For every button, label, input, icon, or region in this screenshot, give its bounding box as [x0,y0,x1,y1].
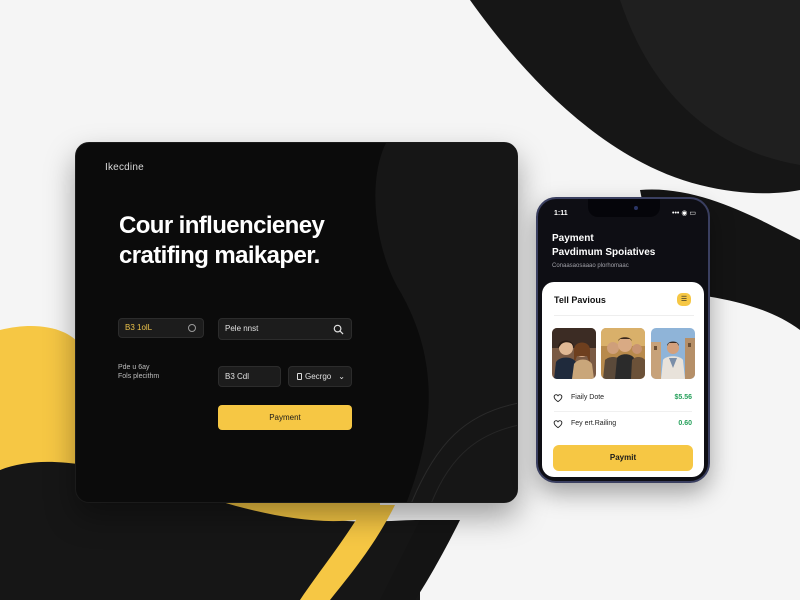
photo-group[interactable] [601,328,645,379]
amount-field-value: B3 1olL [125,323,153,332]
clock-icon [188,324,196,332]
country-select-value: Gecrgo [305,372,332,381]
phone-subtitle: Conaasaosaaao plorhomaac [552,263,629,269]
headline-line-2: cratifing maikaper. [119,242,320,269]
status-time: 1:11 [554,210,568,217]
phone-title: Payment Pavdimum Spoiatives [552,232,702,260]
brand-name: Ikecdine [105,162,144,173]
phone-payment-button[interactable]: Paymit [553,445,693,471]
flag-icon [297,373,302,380]
divider [554,411,692,412]
menu-icon[interactable]: ☰ [677,293,691,306]
list-item-value: 0.60 [678,420,692,427]
photo-man-city[interactable] [651,328,695,379]
list-item-label: Fey ert.Railing [571,420,617,427]
search-input-value: Pele nnst [225,324,259,333]
status-icons: ••• ◉ ▭ [672,210,696,217]
date-field[interactable]: B3 Cdl [218,366,281,387]
list-item-value: $5.56 [674,394,692,401]
phone-notch [588,199,660,217]
heart-icon[interactable] [553,393,563,403]
influencer-card: Tell Pavious ☰ Fiaily Dote $5.56 Fey ert… [542,282,704,477]
phone-title-line-2: Pavdimum Spoiatives [552,247,656,258]
tablet-frame: Ikecdine Cour influencieney cratifing ma… [75,142,518,503]
search-input[interactable]: Pele nnst [218,318,352,340]
list-item[interactable]: Fey ert.Railing 0.60 [553,418,692,432]
phone-frame: 1:11 ••• ◉ ▭ Payment Pavdimum Spoiatives… [536,197,710,483]
list-item-label: Fiaily Dote [571,394,605,401]
divider [554,315,694,316]
search-icon[interactable] [333,324,344,335]
phone-title-line-1: Payment [552,233,594,244]
date-field-value: B3 Cdl [225,372,250,381]
label-line-1: Pde u 6ay [118,364,150,371]
list-item[interactable]: Fiaily Dote $5.56 [553,392,692,406]
chevron-down-icon: ⌄ [338,372,345,381]
hero-headline: Cour influencieney cratifing maikaper. [119,211,399,271]
headline-line-1: Cour influencieney [119,212,325,239]
payment-method-label: Pde u 6ay Fols plecithm [118,363,159,381]
payment-button[interactable]: Payment [218,405,352,430]
heart-icon[interactable] [553,419,563,429]
amount-field[interactable]: B3 1olL [118,318,204,338]
card-title: Tell Pavious [554,295,606,305]
photo-couple[interactable] [552,328,596,379]
label-line-2: Fols plecithm [118,373,160,380]
country-select[interactable]: Gecrgo ⌄ [288,366,352,387]
camera-icon [634,206,638,210]
